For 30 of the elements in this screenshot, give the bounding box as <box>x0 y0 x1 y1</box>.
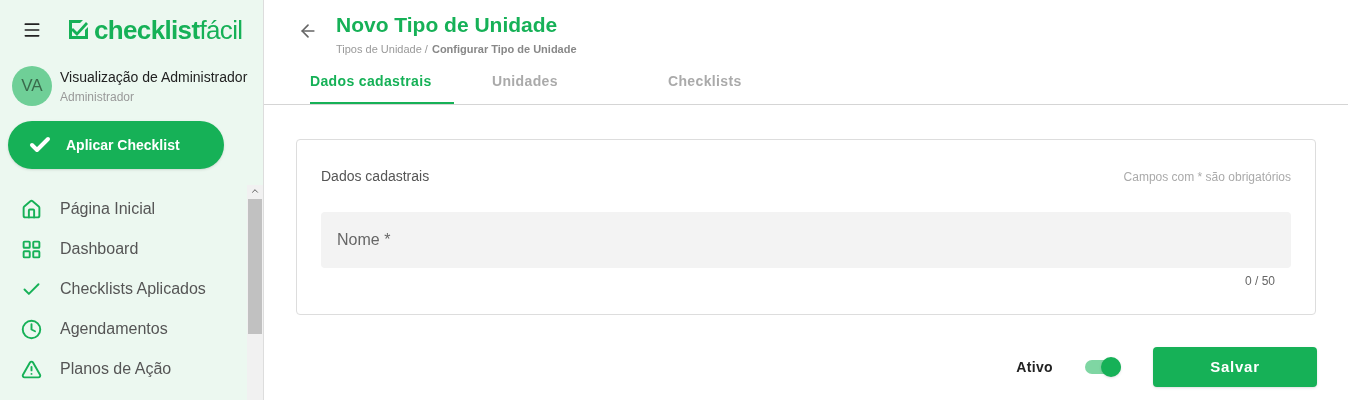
char-counter: 0 / 50 <box>1244 273 1275 290</box>
dashboard-icon <box>21 238 42 260</box>
required-hint: Campos com * são obrigatórios <box>1123 168 1291 186</box>
avatar: VA <box>12 66 52 106</box>
active-toggle[interactable] <box>1085 357 1121 377</box>
save-button[interactable]: Salvar <box>1153 347 1317 387</box>
user-role: Administrador <box>60 88 136 106</box>
breadcrumb-link[interactable]: Tipos de Unidade / <box>336 40 428 57</box>
user-name: Visualização de Administrador <box>60 67 248 87</box>
card-title: Dados cadastrais <box>321 167 430 186</box>
nav-item[interactable]: Página Inicial <box>0 189 247 229</box>
nav-item[interactable]: Dashboard <box>0 229 247 269</box>
nav-item[interactable]: Checklists Aplicados <box>0 269 247 309</box>
page-title: Novo Tipo de Unidade <box>336 12 559 38</box>
home-icon <box>21 198 42 220</box>
tab[interactable]: Unidades <box>486 71 630 104</box>
warning-icon <box>21 358 42 380</box>
active-label: Ativo <box>1016 357 1053 377</box>
logo: checklistfácil <box>94 13 243 47</box>
logo-icon <box>66 18 90 42</box>
tab[interactable]: Checklists <box>662 71 806 104</box>
breadcrumb-current: Configurar Tipo de Unidade <box>431 41 577 57</box>
name-field[interactable]: Nome * <box>321 212 1291 268</box>
apply-checklist-button[interactable]: Aplicar Checklist <box>8 121 224 169</box>
scrollbar[interactable] <box>247 185 263 400</box>
clock-icon <box>21 318 42 340</box>
nav-item[interactable]: Planos de Ação <box>0 349 247 389</box>
nav-item[interactable]: Agendamentos <box>0 309 247 349</box>
menu-icon[interactable] <box>22 20 42 40</box>
tab[interactable]: Dados cadastrais <box>310 71 454 104</box>
